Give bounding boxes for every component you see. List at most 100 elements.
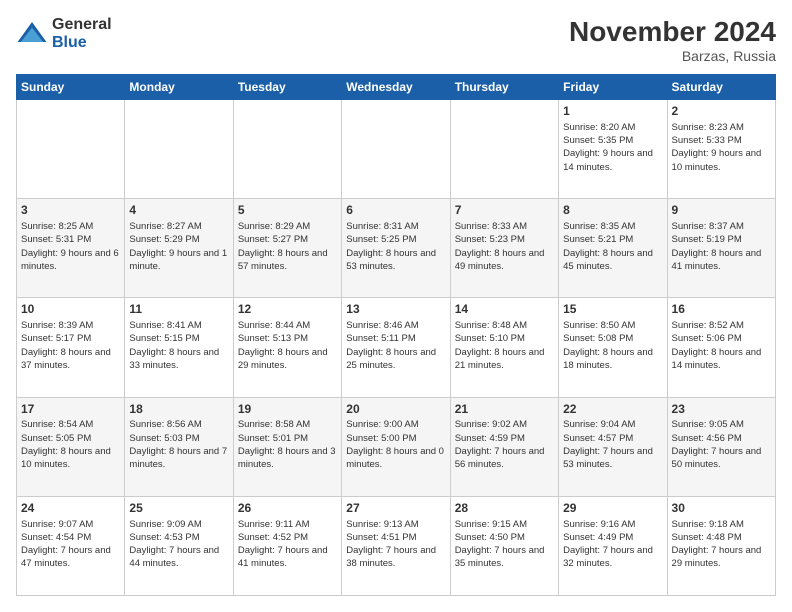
day-info-line: Sunset: 5:05 PM [21, 432, 120, 445]
day-info-line: Daylight: 8 hours and 57 minutes. [238, 247, 337, 274]
day-info-line: Sunrise: 8:44 AM [238, 319, 337, 332]
calendar-week-row-5: 24Sunrise: 9:07 AMSunset: 4:54 PMDayligh… [17, 496, 776, 595]
day-info-line: Sunrise: 9:02 AM [455, 418, 554, 431]
col-friday: Friday [559, 75, 667, 100]
calendar-cell: 29Sunrise: 9:16 AMSunset: 4:49 PMDayligh… [559, 496, 667, 595]
day-info-line: Sunset: 5:00 PM [346, 432, 445, 445]
day-info-line: Sunrise: 8:52 AM [672, 319, 771, 332]
calendar-cell: 15Sunrise: 8:50 AMSunset: 5:08 PMDayligh… [559, 298, 667, 397]
calendar-week-row-4: 17Sunrise: 8:54 AMSunset: 5:05 PMDayligh… [17, 397, 776, 496]
day-number: 18 [129, 401, 228, 418]
day-info-line: Sunrise: 9:18 AM [672, 518, 771, 531]
day-info-line: Daylight: 8 hours and 14 minutes. [672, 346, 771, 373]
calendar-cell: 25Sunrise: 9:09 AMSunset: 4:53 PMDayligh… [125, 496, 233, 595]
day-info-line: Daylight: 7 hours and 53 minutes. [563, 445, 662, 472]
day-number: 24 [21, 500, 120, 517]
day-number: 19 [238, 401, 337, 418]
day-info-line: Sunset: 5:01 PM [238, 432, 337, 445]
calendar-cell: 12Sunrise: 8:44 AMSunset: 5:13 PMDayligh… [233, 298, 341, 397]
day-number: 1 [563, 103, 662, 120]
day-info-line: Daylight: 9 hours and 6 minutes. [21, 247, 120, 274]
logo: General Blue [16, 16, 112, 51]
day-info-line: Daylight: 8 hours and 49 minutes. [455, 247, 554, 274]
day-info-line: Sunset: 4:50 PM [455, 531, 554, 544]
calendar-week-row-1: 1Sunrise: 8:20 AMSunset: 5:35 PMDaylight… [17, 100, 776, 199]
day-info-line: Daylight: 9 hours and 1 minute. [129, 247, 228, 274]
day-info-line: Daylight: 7 hours and 50 minutes. [672, 445, 771, 472]
day-info-line: Sunset: 4:54 PM [21, 531, 120, 544]
day-number: 13 [346, 301, 445, 318]
day-info-line: Sunrise: 8:27 AM [129, 220, 228, 233]
day-info-line: Sunrise: 8:46 AM [346, 319, 445, 332]
day-number: 29 [563, 500, 662, 517]
day-number: 7 [455, 202, 554, 219]
calendar-cell: 13Sunrise: 8:46 AMSunset: 5:11 PMDayligh… [342, 298, 450, 397]
calendar-cell: 5Sunrise: 8:29 AMSunset: 5:27 PMDaylight… [233, 199, 341, 298]
day-info-line: Sunset: 5:19 PM [672, 233, 771, 246]
location: Barzas, Russia [569, 48, 776, 64]
day-info-line: Sunrise: 8:48 AM [455, 319, 554, 332]
day-info-line: Sunrise: 8:39 AM [21, 319, 120, 332]
day-info-line: Daylight: 8 hours and 10 minutes. [21, 445, 120, 472]
day-number: 5 [238, 202, 337, 219]
col-thursday: Thursday [450, 75, 558, 100]
calendar-cell [450, 100, 558, 199]
logo-blue: Blue [52, 34, 87, 51]
day-info-line: Daylight: 8 hours and 21 minutes. [455, 346, 554, 373]
day-info-line: Sunrise: 8:29 AM [238, 220, 337, 233]
header: General Blue November 2024 Barzas, Russi… [16, 16, 776, 64]
day-number: 3 [21, 202, 120, 219]
day-info-line: Sunset: 4:59 PM [455, 432, 554, 445]
calendar-cell [125, 100, 233, 199]
calendar-header-row: Sunday Monday Tuesday Wednesday Thursday… [17, 75, 776, 100]
day-info-line: Sunrise: 8:20 AM [563, 121, 662, 134]
calendar-cell [342, 100, 450, 199]
calendar-cell: 20Sunrise: 9:00 AMSunset: 5:00 PMDayligh… [342, 397, 450, 496]
calendar-cell: 16Sunrise: 8:52 AMSunset: 5:06 PMDayligh… [667, 298, 775, 397]
day-info-line: Daylight: 8 hours and 3 minutes. [238, 445, 337, 472]
day-info-line: Daylight: 9 hours and 14 minutes. [563, 147, 662, 174]
day-info-line: Sunrise: 9:04 AM [563, 418, 662, 431]
day-info-line: Sunset: 5:15 PM [129, 332, 228, 345]
day-info-line: Daylight: 8 hours and 0 minutes. [346, 445, 445, 472]
day-info-line: Daylight: 7 hours and 35 minutes. [455, 544, 554, 571]
page: General Blue November 2024 Barzas, Russi… [0, 0, 792, 612]
col-monday: Monday [125, 75, 233, 100]
day-number: 26 [238, 500, 337, 517]
day-number: 2 [672, 103, 771, 120]
day-info-line: Sunrise: 8:35 AM [563, 220, 662, 233]
day-number: 12 [238, 301, 337, 318]
calendar-cell: 4Sunrise: 8:27 AMSunset: 5:29 PMDaylight… [125, 199, 233, 298]
day-info-line: Sunset: 5:06 PM [672, 332, 771, 345]
calendar-cell: 23Sunrise: 9:05 AMSunset: 4:56 PMDayligh… [667, 397, 775, 496]
day-info-line: Sunset: 5:29 PM [129, 233, 228, 246]
calendar-cell: 1Sunrise: 8:20 AMSunset: 5:35 PMDaylight… [559, 100, 667, 199]
day-info-line: Sunset: 5:17 PM [21, 332, 120, 345]
day-info-line: Sunrise: 8:50 AM [563, 319, 662, 332]
calendar-table: Sunday Monday Tuesday Wednesday Thursday… [16, 74, 776, 596]
day-number: 15 [563, 301, 662, 318]
calendar-cell: 22Sunrise: 9:04 AMSunset: 4:57 PMDayligh… [559, 397, 667, 496]
day-info-line: Daylight: 7 hours and 29 minutes. [672, 544, 771, 571]
calendar-cell: 9Sunrise: 8:37 AMSunset: 5:19 PMDaylight… [667, 199, 775, 298]
col-wednesday: Wednesday [342, 75, 450, 100]
month-title: November 2024 [569, 16, 776, 48]
day-info-line: Sunset: 5:33 PM [672, 134, 771, 147]
day-info-line: Sunset: 4:51 PM [346, 531, 445, 544]
day-info-line: Daylight: 8 hours and 33 minutes. [129, 346, 228, 373]
col-sunday: Sunday [17, 75, 125, 100]
day-info-line: Daylight: 7 hours and 56 minutes. [455, 445, 554, 472]
day-info-line: Sunrise: 9:05 AM [672, 418, 771, 431]
day-info-line: Sunset: 5:11 PM [346, 332, 445, 345]
day-number: 8 [563, 202, 662, 219]
calendar-cell: 24Sunrise: 9:07 AMSunset: 4:54 PMDayligh… [17, 496, 125, 595]
day-info-line: Daylight: 7 hours and 32 minutes. [563, 544, 662, 571]
day-number: 22 [563, 401, 662, 418]
day-info-line: Sunrise: 9:11 AM [238, 518, 337, 531]
calendar-cell: 14Sunrise: 8:48 AMSunset: 5:10 PMDayligh… [450, 298, 558, 397]
day-number: 28 [455, 500, 554, 517]
day-info-line: Daylight: 8 hours and 45 minutes. [563, 247, 662, 274]
day-info-line: Sunset: 5:23 PM [455, 233, 554, 246]
day-number: 6 [346, 202, 445, 219]
day-info-line: Sunrise: 9:13 AM [346, 518, 445, 531]
